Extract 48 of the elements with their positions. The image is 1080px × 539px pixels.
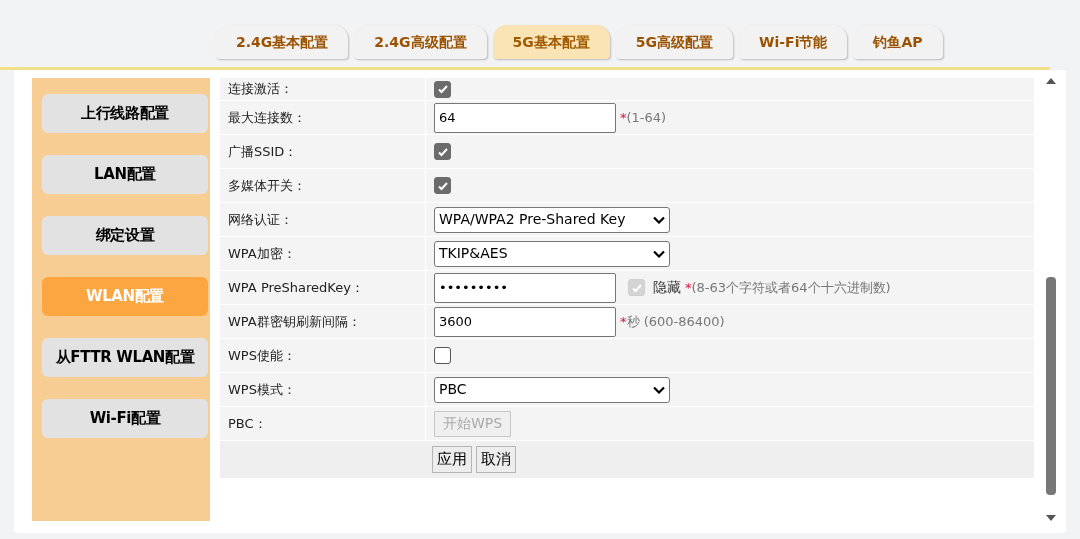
checkbox[interactable]	[434, 143, 451, 160]
hint-text: (8-63个字符或者64个十六进制数)	[691, 278, 891, 297]
scroll-up-icon[interactable]	[1046, 78, 1056, 84]
field-label: WPS使能：	[220, 339, 425, 372]
dropdown[interactable]: TKIP&AES	[434, 240, 670, 267]
scrollbar-thumb[interactable]	[1046, 277, 1056, 495]
checkbox[interactable]	[434, 80, 451, 98]
field-label: 网络认证：	[220, 203, 425, 236]
tab[interactable]: 钓鱼AP	[853, 25, 943, 59]
checkbox[interactable]	[434, 177, 451, 194]
field-label: WPA PreSharedKey：	[220, 271, 425, 304]
field-label: 广播SSID：	[220, 135, 425, 168]
checkbox-label: 隐藏	[653, 278, 681, 297]
chevron-down-icon	[653, 215, 665, 224]
field-label: 多媒体开关：	[220, 169, 425, 202]
tab[interactable]: 2.4G基本配置	[216, 25, 349, 59]
sidebar-item[interactable]: 绑定设置	[42, 216, 208, 255]
required-mark: *	[620, 312, 627, 331]
tab[interactable]: 5G基本配置	[492, 25, 610, 59]
field-label: PBC：	[220, 407, 425, 440]
field-label: WPA群密钥刷新间隔：	[220, 305, 425, 338]
hint-text: 秒 (600-86400)	[626, 312, 725, 331]
sidebar-item[interactable]: LAN配置	[42, 155, 208, 194]
sidebar-item[interactable]: 上行线路配置	[42, 94, 208, 133]
tab[interactable]: Wi-Fi节能	[739, 25, 848, 59]
field-label: WPA加密：	[220, 237, 425, 270]
dropdown[interactable]: PBC	[434, 376, 670, 403]
sidebar-item[interactable]: 从FTTR WLAN配置	[42, 338, 208, 377]
chevron-down-icon	[653, 385, 665, 394]
input-field[interactable]: 64	[434, 102, 616, 133]
chevron-down-icon	[653, 249, 665, 258]
required-mark: *	[685, 278, 692, 297]
tab[interactable]: 5G高级配置	[615, 25, 734, 59]
dropdown[interactable]: WPA/WPA2 Pre-Shared Key	[434, 206, 670, 233]
hint-text: (1-64)	[626, 108, 667, 127]
tab[interactable]: 2.4G高级配置	[354, 25, 487, 59]
action-button[interactable]: 应用	[432, 446, 472, 473]
field-label: 连接激活：	[220, 78, 425, 100]
input-field[interactable]: •••••••••	[434, 272, 616, 303]
sidebar-item[interactable]: Wi-Fi配置	[42, 399, 208, 438]
field-label: 最大连接数：	[220, 101, 425, 134]
required-mark: *	[620, 108, 627, 127]
scroll-down-icon[interactable]	[1046, 515, 1056, 521]
check-icon	[436, 83, 449, 95]
checkbox[interactable]	[434, 347, 451, 364]
action-button[interactable]: 取消	[476, 446, 516, 473]
input-field[interactable]: 3600	[434, 306, 616, 337]
field-label: WPS模式：	[220, 373, 425, 406]
